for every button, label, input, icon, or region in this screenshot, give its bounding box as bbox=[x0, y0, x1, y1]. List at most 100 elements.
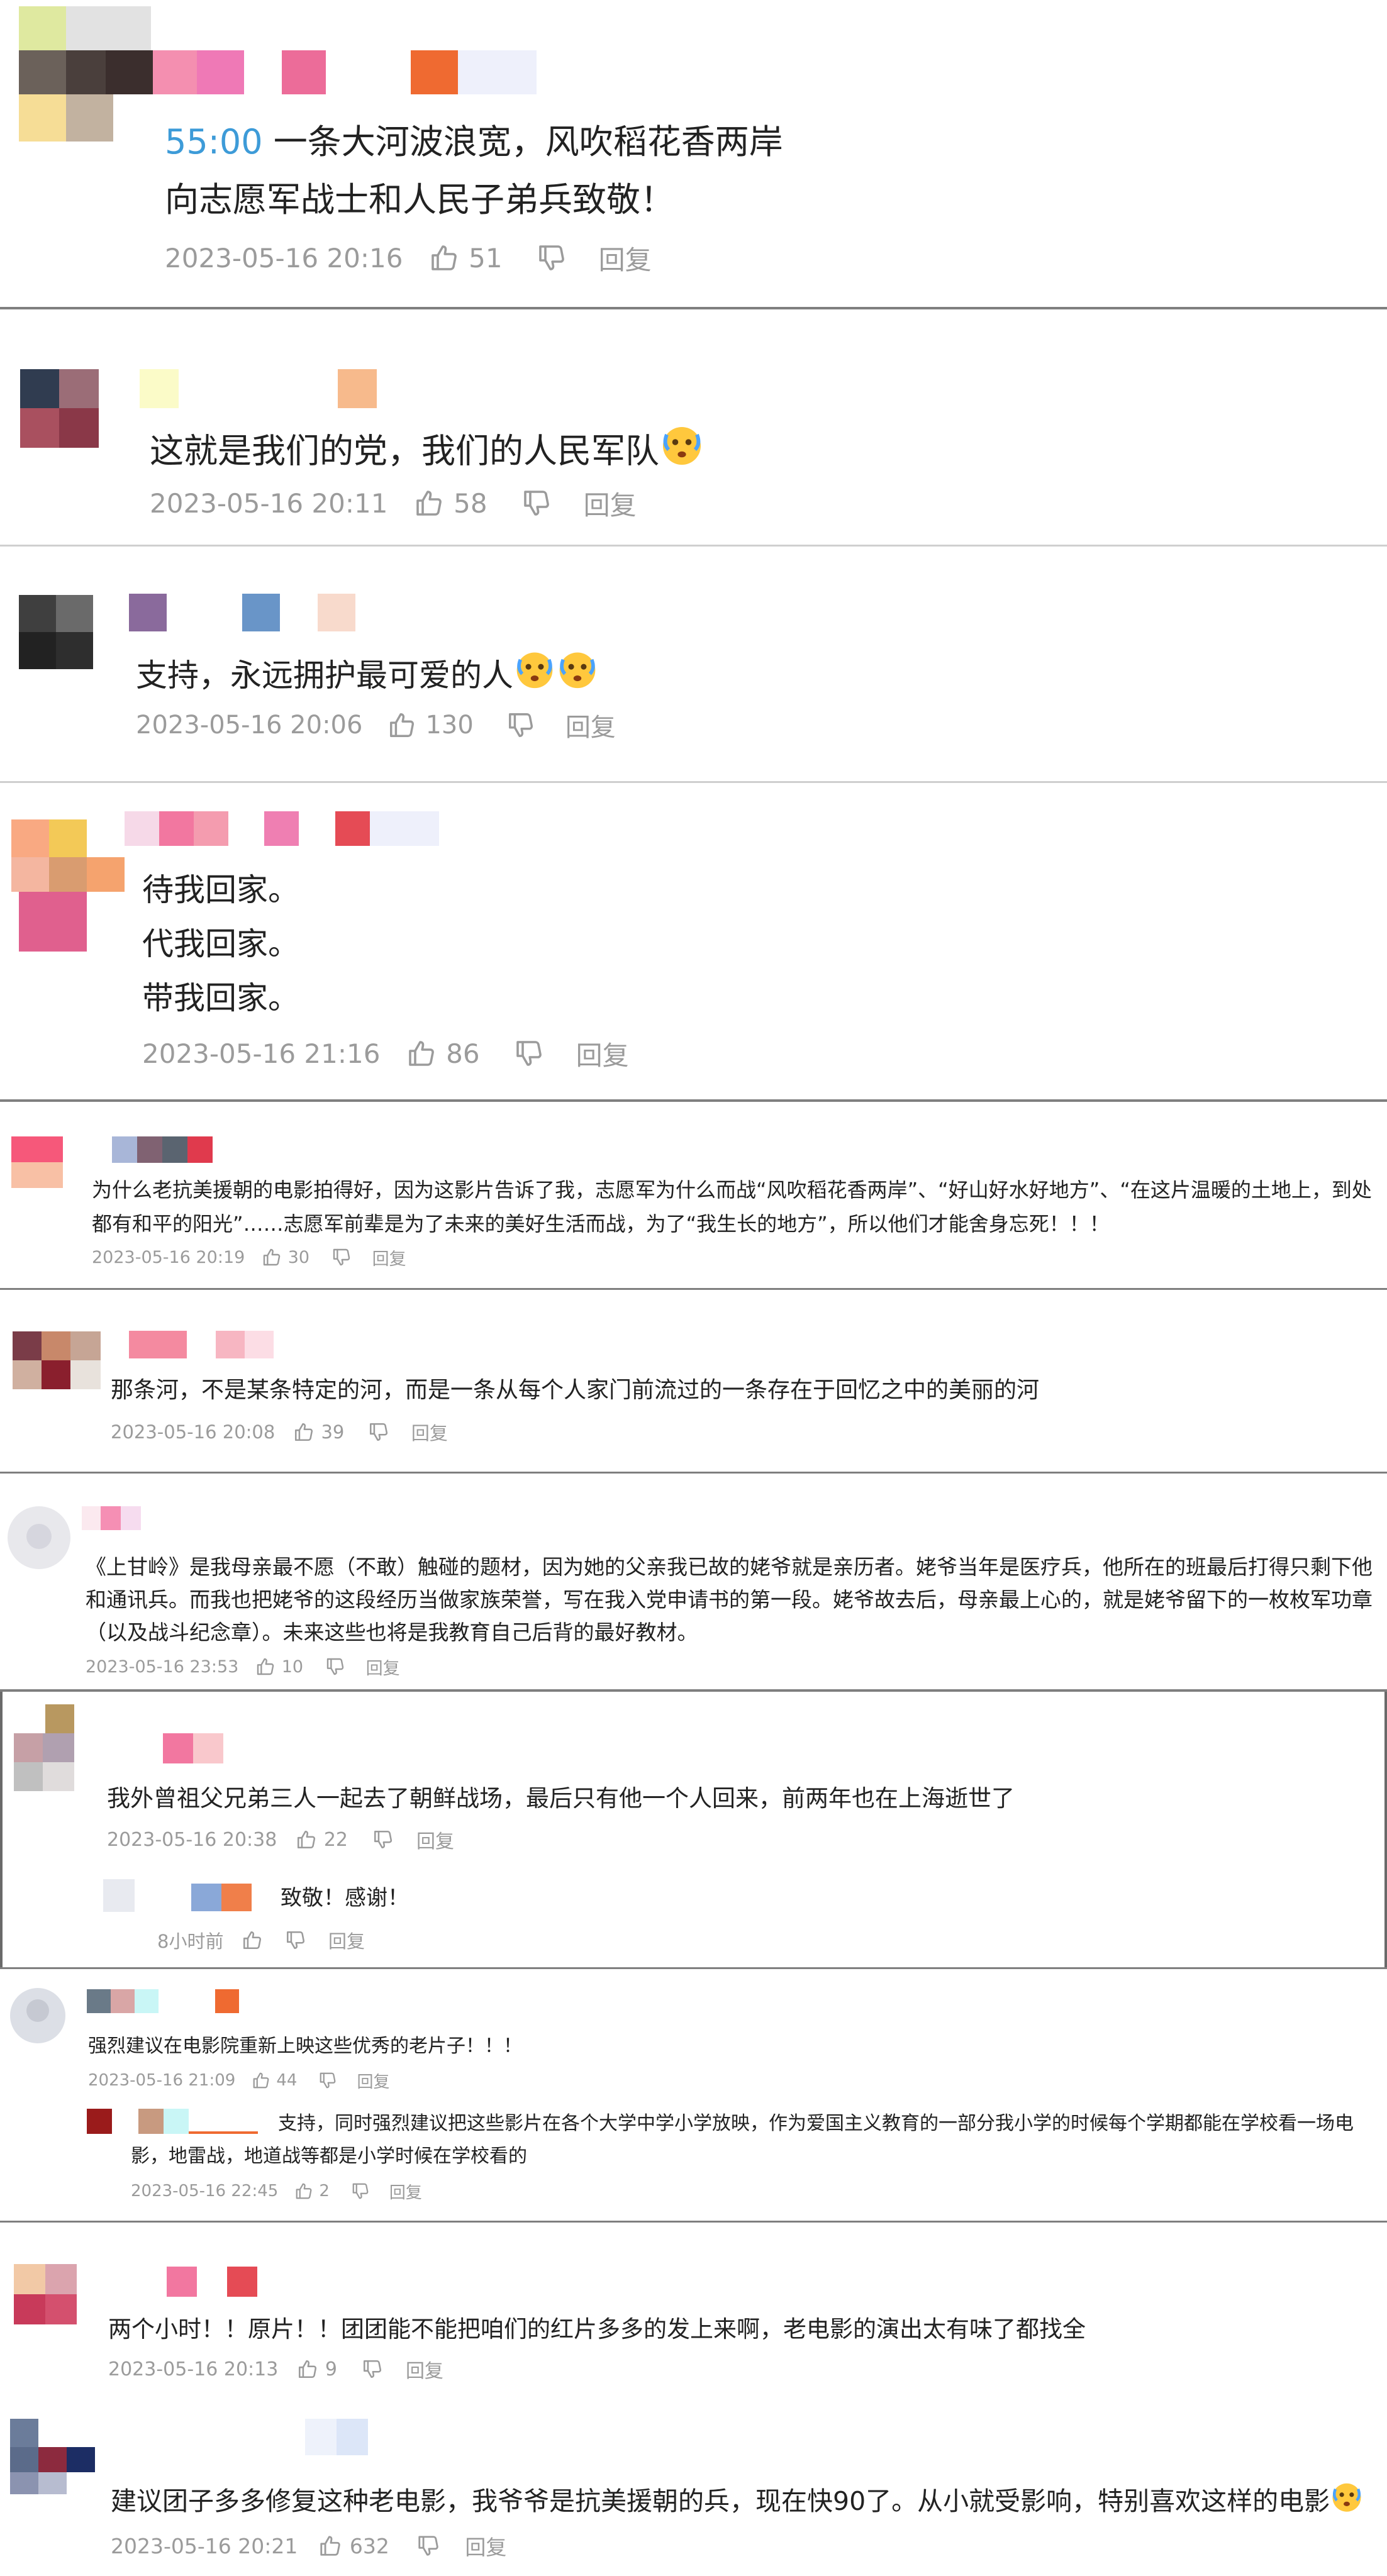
like-count: 9 bbox=[325, 2358, 337, 2380]
comment-meta: 2023-05-16 20:08 39 回复 bbox=[111, 1418, 448, 1446]
comment-text: 为什么老抗美援朝的电影拍得好，因为这影片告诉了我，志愿军为什么而战“风吹稻花香两… bbox=[92, 1178, 1372, 1236]
thumbs-down-icon[interactable] bbox=[372, 1829, 394, 1850]
thumbs-up-icon[interactable] bbox=[294, 2182, 313, 2201]
reply-button[interactable]: 回复 bbox=[416, 1826, 454, 1853]
avatar[interactable] bbox=[14, 1704, 77, 1792]
comment-text: 代我回家。 bbox=[142, 926, 299, 962]
like-count: 632 bbox=[349, 2533, 389, 2558]
username-mosaic[interactable] bbox=[140, 369, 391, 408]
username-mosaic[interactable] bbox=[163, 1733, 226, 1763]
avatar[interactable] bbox=[13, 1331, 101, 1389]
comment-text: 强烈建议在电影院重新上映这些优秀的老片子！！！ bbox=[88, 2035, 522, 2057]
reply-button[interactable]: 回复 bbox=[576, 1035, 629, 1073]
comment-text: 两个小时！！原片！！团团能不能把咱们的红片多多的发上来啊，老电影的演出太有味了都… bbox=[108, 2316, 1086, 2343]
comment-card: 为什么老抗美援朝的电影拍得好，因为这影片告诉了我，志愿军为什么而战“风吹稻花香两… bbox=[0, 1102, 1387, 1288]
comment-meta: 2023-05-16 20:16 51 回复 bbox=[165, 239, 652, 277]
reply-button[interactable]: 回复 bbox=[465, 2531, 506, 2561]
thumbs-down-icon[interactable] bbox=[514, 1038, 544, 1069]
avatar[interactable] bbox=[19, 595, 93, 669]
comment-date: 2023-05-16 20:21 bbox=[111, 2533, 298, 2558]
thumbs-up-icon[interactable] bbox=[318, 2534, 342, 2558]
username-mosaic[interactable] bbox=[305, 2419, 374, 2455]
reply-button[interactable]: 回复 bbox=[584, 484, 637, 523]
like-count: 22 bbox=[323, 1828, 348, 1851]
comment-card: 那条河，不是某条特定的河，而是一条从每个人家门前流过的一条存在于回忆之中的美丽的… bbox=[0, 1290, 1387, 1472]
username-mosaic[interactable] bbox=[82, 1506, 157, 1530]
comment-date: 2023-05-16 21:16 bbox=[142, 1038, 381, 1069]
username-mosaic[interactable] bbox=[112, 1136, 238, 1163]
comment-text: 待我回家。 bbox=[142, 872, 299, 908]
username-mosaic[interactable] bbox=[167, 2267, 267, 2297]
thumbs-up-icon[interactable] bbox=[262, 1247, 282, 1267]
reply-button[interactable]: 回复 bbox=[406, 2355, 443, 2383]
thumbs-up-icon[interactable] bbox=[429, 243, 459, 273]
comment-meta: 2023-05-16 20:19 30 回复 bbox=[92, 1243, 406, 1271]
avatar[interactable] bbox=[8, 1506, 70, 1569]
username-mosaic[interactable] bbox=[106, 50, 546, 94]
reply-button[interactable]: 回复 bbox=[411, 1419, 448, 1445]
thumbs-down-icon[interactable] bbox=[318, 2071, 337, 2090]
comment-meta: 2023-05-16 20:13 9 回复 bbox=[108, 2355, 443, 2384]
thumbs-up-icon[interactable] bbox=[252, 2071, 270, 2090]
comment-meta: 2023-05-16 21:09 44 回复 bbox=[88, 2067, 389, 2094]
username-mosaic[interactable] bbox=[125, 811, 452, 846]
avatar[interactable] bbox=[11, 819, 125, 952]
thumbs-up-icon[interactable] bbox=[387, 711, 416, 740]
avatar[interactable] bbox=[10, 2419, 98, 2494]
comment-date: 2023-05-16 21:09 bbox=[88, 2071, 236, 2090]
avatar[interactable] bbox=[14, 2264, 77, 2324]
thumbs-down-icon[interactable] bbox=[521, 488, 552, 518]
username-mosaic[interactable] bbox=[129, 1331, 280, 1358]
comment-date: 2023-05-16 20:19 bbox=[92, 1247, 245, 1267]
avatar[interactable] bbox=[19, 6, 151, 142]
thumbs-up-icon[interactable] bbox=[242, 1929, 263, 1951]
comment-text: 建议团子多多修复这种老电影，我爷爷是抗美援朝的兵，现在快90了。从小就受影响，特… bbox=[111, 2479, 1375, 2523]
comment-date: 2023-05-16 20:08 bbox=[111, 1421, 276, 1443]
comment-text: 《上甘岭》是我母亲最不愿（不敢）触碰的题材，因为她的父亲我已故的姥爷就是亲历者。… bbox=[86, 1555, 1373, 1645]
thumbs-down-icon[interactable] bbox=[325, 1657, 345, 1677]
reply-text: 支持，同时强烈建议把这些影片在各个大学中学小学放映，作为爱国主义教育的一部分我小… bbox=[131, 2112, 1354, 2167]
reply-avatar[interactable] bbox=[103, 1879, 135, 1912]
video-timestamp-link[interactable]: 55:00 bbox=[165, 122, 263, 162]
thumbs-up-icon[interactable] bbox=[296, 1829, 317, 1850]
thumbs-up-icon[interactable] bbox=[406, 1038, 437, 1069]
comment-date: 2023-05-16 20:16 bbox=[165, 242, 403, 274]
username-mosaic[interactable] bbox=[87, 1989, 250, 2013]
thumbs-down-icon[interactable] bbox=[362, 2358, 383, 2380]
thumbs-up-icon[interactable] bbox=[414, 488, 444, 518]
comment-text: 那条河，不是某条特定的河，而是一条从每个人家门前流过的一条存在于回忆之中的美丽的… bbox=[111, 1377, 1040, 1403]
thumbs-down-icon[interactable] bbox=[285, 1929, 306, 1951]
thumbs-down-icon[interactable] bbox=[537, 243, 567, 273]
username-mosaic[interactable] bbox=[129, 594, 381, 631]
comment-card: 建议团子多多修复这种老电影，我爷爷是抗美援朝的兵，现在快90了。从小就受影响，特… bbox=[0, 2390, 1387, 2576]
like-count: 39 bbox=[321, 1421, 345, 1443]
comment-text: 支持，永远拥护最可爱的人 bbox=[136, 647, 1331, 701]
reply-button[interactable]: 回复 bbox=[328, 1927, 365, 1953]
avatar[interactable] bbox=[20, 369, 99, 448]
thumbs-down-icon[interactable] bbox=[351, 2182, 370, 2201]
comment-meta: 2023-05-16 20:38 22 回复 bbox=[107, 1825, 454, 1854]
like-count: 86 bbox=[446, 1038, 480, 1069]
thumbs-down-icon[interactable] bbox=[506, 711, 535, 740]
reply-button[interactable]: 回复 bbox=[372, 1245, 406, 1270]
crying-face-emoji bbox=[516, 652, 553, 689]
thumbs-down-icon[interactable] bbox=[416, 2534, 440, 2558]
comment-date: 2023-05-16 20:13 bbox=[108, 2358, 279, 2380]
reply-button[interactable]: 回复 bbox=[366, 1655, 400, 1679]
thumbs-down-icon[interactable] bbox=[331, 1247, 352, 1267]
comment-text: 我外曾祖父兄弟三人一起去了朝鲜战场，最后只有他一个人回来，前两年也在上海逝世了 bbox=[107, 1785, 1015, 1812]
comment-card: 55:00 一条大河波浪宽，风吹稻花香两岸 向志愿军战士和人民子弟兵致敬！ 20… bbox=[0, 0, 1387, 307]
reply-button[interactable]: 回复 bbox=[357, 2069, 389, 2092]
reply-button[interactable]: 回复 bbox=[389, 2180, 422, 2203]
reply-username-mosaic[interactable] bbox=[191, 1884, 254, 1911]
reply-button[interactable]: 回复 bbox=[565, 707, 616, 743]
thumbs-up-icon[interactable] bbox=[297, 2358, 318, 2380]
thumbs-up-icon[interactable] bbox=[255, 1657, 276, 1677]
thumbs-up-icon[interactable] bbox=[293, 1421, 315, 1443]
comment-meta: 2023-05-16 20:21 632 回复 bbox=[111, 2530, 506, 2562]
avatar[interactable] bbox=[11, 1136, 63, 1188]
avatar[interactable] bbox=[10, 1988, 65, 2043]
reply-button[interactable]: 回复 bbox=[599, 239, 652, 277]
like-count: 58 bbox=[454, 487, 487, 519]
thumbs-down-icon[interactable] bbox=[368, 1421, 389, 1443]
